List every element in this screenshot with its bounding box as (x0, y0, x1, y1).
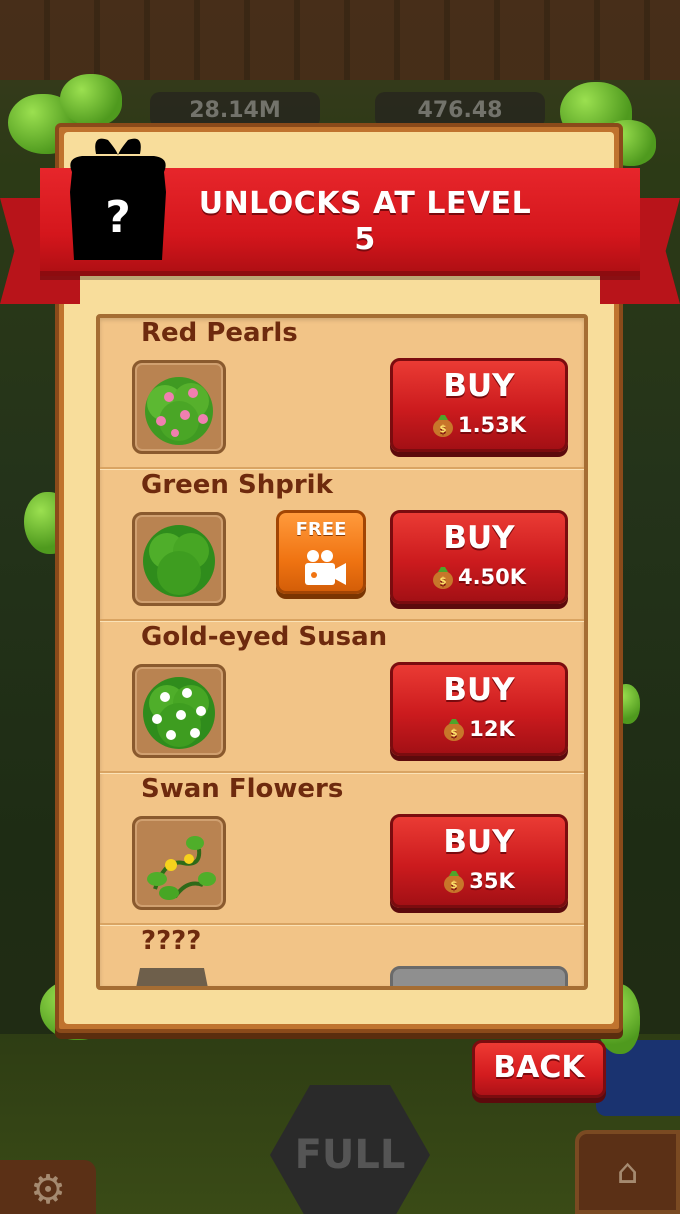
buy-label: BUY (443, 672, 515, 708)
coin-bag-icon: $ (432, 564, 454, 590)
locked-plant-icon (132, 968, 212, 986)
background-settings-icon: ⚙ (0, 1160, 96, 1214)
price-tag: $ 1.53K (393, 411, 565, 439)
coin-bag-icon: $ (443, 868, 465, 894)
buy-button[interactable]: BUY $ 12K (390, 662, 568, 756)
free-label: FREE (295, 519, 347, 540)
buy-label: BUY (443, 520, 515, 556)
plant-name: Gold-eyed Susan (141, 622, 388, 652)
svg-text:$: $ (439, 424, 446, 435)
coin-bag-icon: $ (443, 716, 465, 742)
list-item: Gold-eyed Susan BUY $ 12K (100, 622, 584, 774)
buy-label: BUY (443, 824, 515, 860)
red-pearls-plant-icon (132, 360, 226, 454)
price-value: 1.53K (457, 413, 527, 437)
mystery-pot-icon: ? (62, 132, 174, 262)
price-tag: $ 12K (393, 715, 565, 743)
buy-button[interactable]: BUY $ 35K (390, 814, 568, 908)
mystery-question-mark: ? (105, 192, 131, 243)
price-value: 4.50K (457, 565, 527, 589)
list-item: Red Pearls BUY $ 1.53K (100, 318, 584, 470)
plant-name: Red Pearls (141, 318, 298, 348)
plant-list[interactable]: Red Pearls BUY $ 1.53K Green Shprik FREE… (96, 314, 588, 990)
svg-text:$: $ (439, 576, 446, 587)
list-item: Green Shprik FREE BUY $ 4.50K (100, 470, 584, 622)
free-video-button[interactable]: FREE (276, 510, 366, 594)
video-camera-icon (303, 549, 347, 587)
list-item: Swan Flowers BUY $ 35K (100, 774, 584, 926)
swan-flowers-plant-icon (132, 816, 226, 910)
back-button[interactable]: BACK (472, 1040, 606, 1098)
price-tag: $ 4.50K (393, 563, 565, 591)
locked-plant-name: ???? (141, 926, 202, 956)
background-fence (0, 0, 680, 80)
price-value: 35K (469, 869, 515, 893)
buy-button[interactable]: BUY $ 4.50K (390, 510, 568, 604)
buy-button[interactable]: BUY $ 1.53K (390, 358, 568, 452)
plant-name: Swan Flowers (141, 774, 344, 804)
list-item-locked: ???? (100, 926, 584, 986)
leaf-decoration-top-left-2 (60, 74, 122, 126)
green-shprik-plant-icon (132, 512, 226, 606)
coin-bag-icon: $ (432, 412, 454, 438)
buy-label: BUY (443, 368, 515, 404)
gold-eyed-susan-plant-icon (132, 664, 226, 758)
unlock-level-title: UNLOCKS AT LEVEL 5 (198, 186, 532, 257)
price-tag: $ 35K (393, 867, 565, 895)
background-shop-icon: ⌂ (575, 1130, 680, 1214)
price-value: 12K (469, 717, 515, 741)
background-badge (596, 1040, 680, 1116)
svg-text:$: $ (451, 728, 458, 739)
svg-text:$: $ (451, 880, 458, 891)
plant-name: Green Shprik (141, 470, 333, 500)
locked-buy-button (390, 966, 568, 986)
